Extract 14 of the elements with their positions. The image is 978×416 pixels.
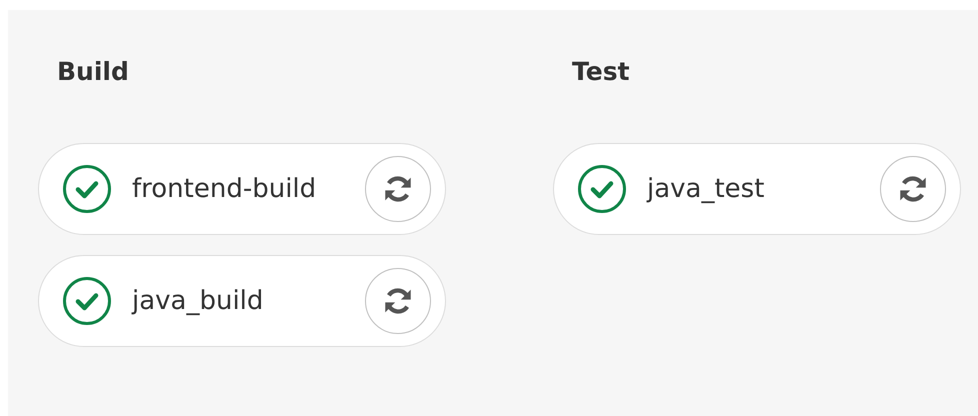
job-name: java_build xyxy=(132,286,264,316)
job-name: java_test xyxy=(647,174,766,204)
retry-button[interactable] xyxy=(365,268,431,334)
stage-title: Build xyxy=(56,60,130,88)
job-pill[interactable]: java_build xyxy=(38,255,446,347)
stage-title: Test xyxy=(571,60,631,88)
job-name: frontend-build xyxy=(132,174,318,204)
status-check-icon xyxy=(577,164,627,214)
status-check-icon xyxy=(62,276,112,326)
status-check-icon xyxy=(62,164,112,214)
job-pill[interactable]: java_test xyxy=(553,143,961,235)
retry-button[interactable] xyxy=(365,156,431,222)
retry-button[interactable] xyxy=(880,156,946,222)
job-pill[interactable]: frontend-build xyxy=(38,143,446,235)
